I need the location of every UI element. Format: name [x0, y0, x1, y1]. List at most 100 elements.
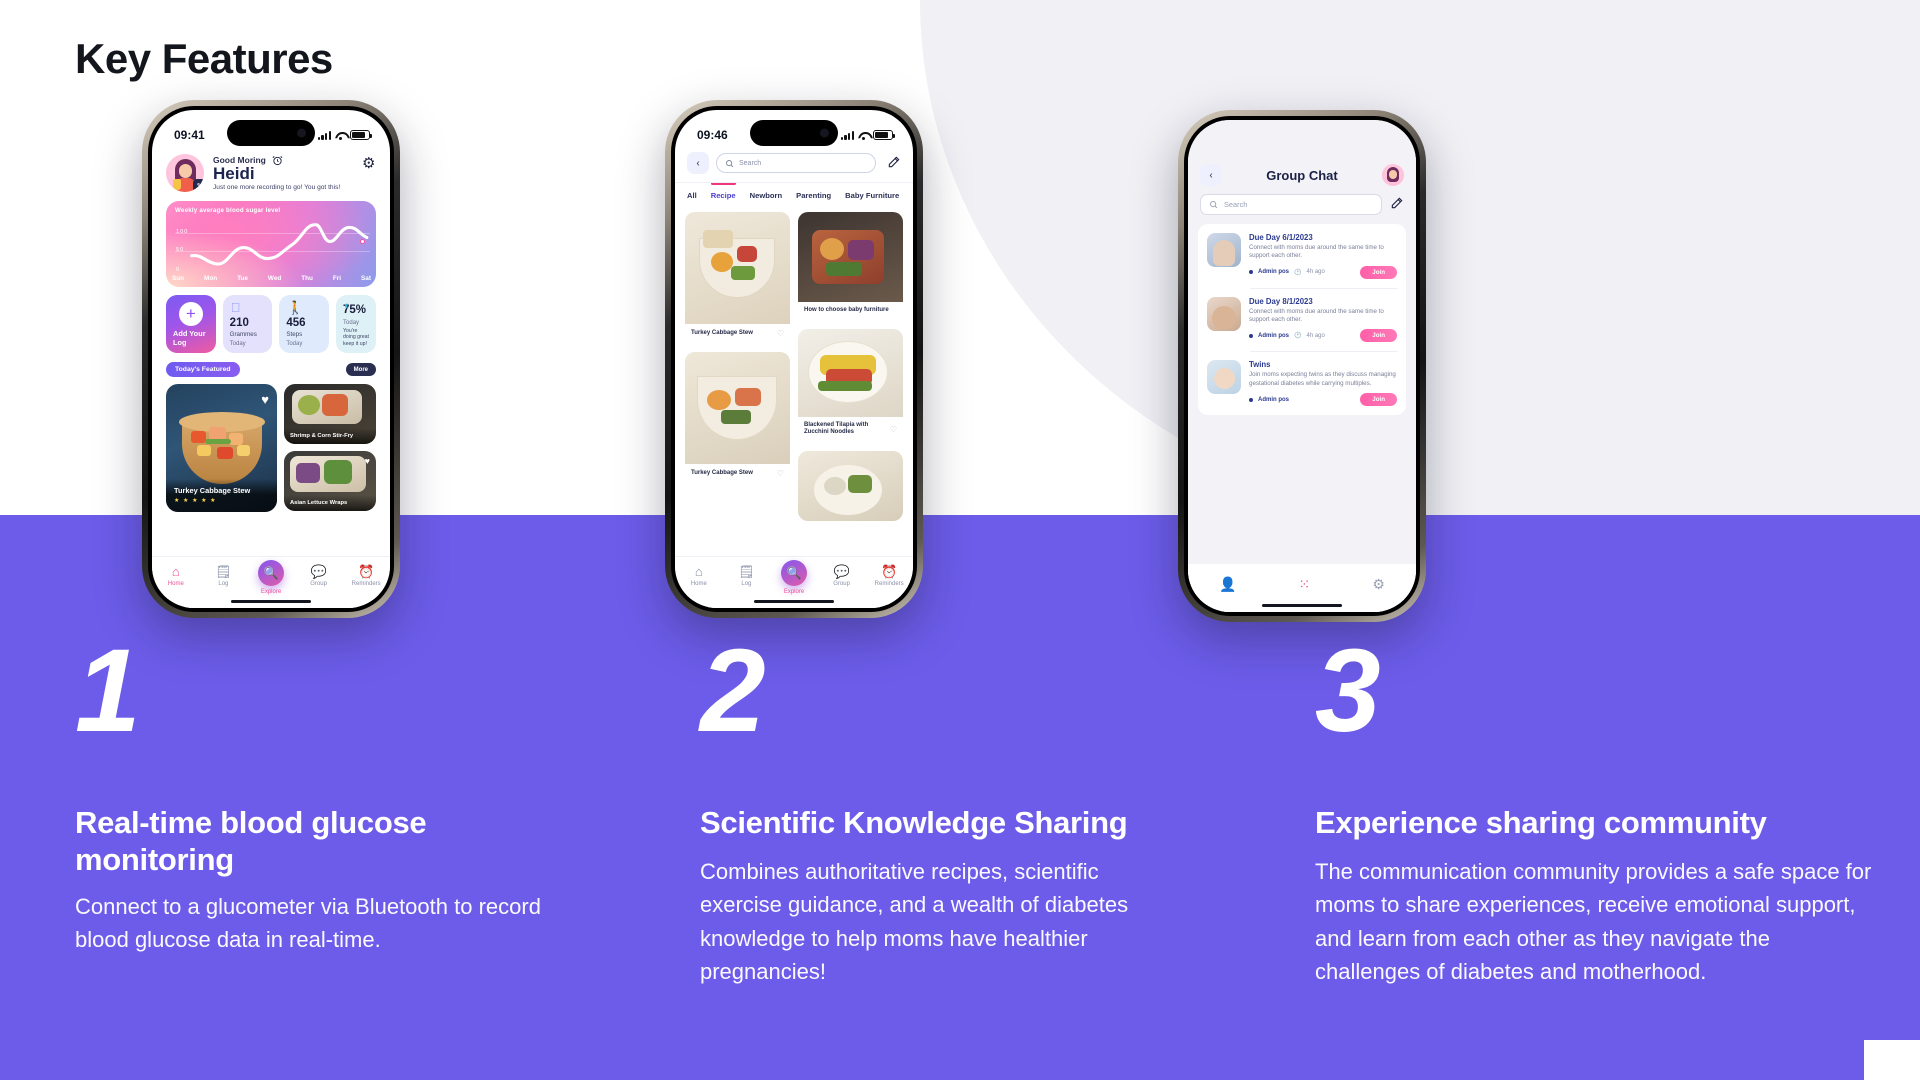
stat-card-steps[interactable]: 🚶 456 Steps Today	[279, 295, 330, 353]
phone-mockup-1: 09:41 ⚙ ✎ Good Moring Heidi Just one mor…	[142, 100, 400, 618]
tab-recipe[interactable]: Recipe	[710, 183, 736, 205]
dynamic-island-1	[227, 120, 315, 146]
recipe-title: How to choose baby furniture	[804, 307, 889, 313]
stat-card-progress[interactable]: ◐ 75% Today You're doing great keep it u…	[336, 295, 377, 353]
search-input[interactable]: Search	[1200, 194, 1382, 215]
stat-card-grammes[interactable]:  210 Grammes Today	[222, 295, 273, 353]
user-avatar[interactable]	[1382, 164, 1404, 186]
tab-group[interactable]: 💬 Group	[297, 565, 341, 587]
search-icon	[1210, 201, 1218, 209]
blood-sugar-chart-card[interactable]: Weekly average blood sugar level 100 50 …	[166, 201, 376, 287]
search-icon: 🔍	[780, 560, 807, 586]
recipe-card[interactable]: How to choose baby furniture	[798, 212, 903, 321]
chat-time: 4h ago	[1306, 332, 1325, 339]
phone-mockup-3: ‹ Group Chat Search Due Day 6/1/2023 Con…	[1178, 110, 1426, 622]
gear-icon[interactable]: ⚙	[362, 156, 377, 171]
tab-reminders[interactable]: ⏰ Reminders	[867, 565, 911, 587]
feature-number-1: 1	[75, 625, 141, 757]
explore-topbar: ‹ Search	[675, 152, 913, 174]
home-indicator	[1262, 603, 1342, 607]
featured-pill[interactable]: Today's Featured	[166, 362, 240, 377]
join-button[interactable]: Join	[1360, 393, 1397, 407]
stat-note: You're doing great keep it up!	[343, 327, 369, 347]
compose-icon[interactable]	[883, 155, 901, 172]
heart-icon[interactable]: ♥	[365, 456, 370, 466]
alarm-clock-icon	[272, 155, 283, 165]
chat-title: Due Day 6/1/2023	[1249, 233, 1313, 242]
heart-icon[interactable]: ♡	[777, 329, 784, 338]
tab-home[interactable]: ⌂ Home	[677, 565, 721, 587]
greeting-subtitle: Just one more recording to go! You got t…	[213, 184, 341, 192]
chat-description: Connect with moms due around the same ti…	[1249, 244, 1384, 260]
user-name: Heidi	[213, 163, 255, 183]
featured-card-main[interactable]: ♥ Turkey Cabbage Stew ★ ★ ★ ★ ★	[166, 384, 277, 512]
list-item[interactable]: Due Day 8/1/2023 Connect with moms due a…	[1198, 287, 1406, 352]
wifi-icon	[858, 131, 869, 140]
battery-icon	[873, 130, 895, 140]
tab-explore[interactable]: 🔍 Explore	[249, 560, 293, 595]
progress-ring-icon: ◐	[344, 300, 351, 312]
log-icon: 🗒	[215, 564, 232, 579]
feature-title-1: Real-time blood glucose monitoring	[75, 805, 427, 877]
heart-icon[interactable]: ♥	[261, 392, 269, 407]
phone-bezel-3: ‹ Group Chat Search Due Day 6/1/2023 Con…	[1184, 116, 1420, 616]
feature-body-3: The communication community provides a s…	[1315, 859, 1872, 985]
chat-thumbnail	[1207, 233, 1241, 267]
tab-log[interactable]: 🗒 Log	[201, 565, 245, 587]
chart-xtick: Thu	[301, 275, 313, 282]
recipe-card[interactable]: Turkey Cabbage Stew ♡	[685, 352, 790, 484]
log-icon: 🗒	[738, 564, 755, 579]
tab-parenting[interactable]: Parenting	[796, 191, 831, 205]
chevron-left-icon[interactable]: ‹	[1200, 164, 1222, 186]
chat-icon: 💬	[310, 564, 327, 579]
tab-label: Log	[218, 581, 229, 587]
category-tabs: All Recipe Newborn Parenting Baby Furnit…	[675, 182, 913, 205]
recipe-card[interactable]: Blackened Tilapia with Zucchini Noodles …	[798, 328, 903, 443]
pencil-icon[interactable]: ✎	[193, 179, 204, 192]
compose-icon[interactable]	[1390, 196, 1404, 213]
list-item[interactable]: Due Day 6/1/2023 Connect with moms due a…	[1198, 224, 1406, 288]
recipe-card[interactable]	[798, 450, 903, 521]
home-indicator	[754, 599, 834, 603]
chart-xtick: Mon	[204, 275, 218, 282]
stat-unit: Steps	[286, 331, 303, 338]
gear-icon[interactable]: ⚙	[1372, 576, 1385, 593]
group-icon[interactable]: ⁙	[1299, 576, 1311, 593]
featured-card-small-1[interactable]: Shrimp & Corn Stir-Fry	[284, 384, 376, 444]
tab-log[interactable]: 🗒 Log	[724, 565, 768, 587]
tab-reminders[interactable]: ⏰ Reminders	[344, 565, 388, 587]
search-row: Search	[1188, 194, 1416, 224]
phone1-content: ⚙ ✎ Good Moring Heidi Just one more reco…	[152, 110, 390, 608]
chevron-left-icon[interactable]: ‹	[687, 152, 709, 174]
person-icon[interactable]: 👤	[1219, 576, 1236, 593]
home-icon: ⌂	[171, 564, 180, 579]
list-item[interactable]: Twins Join moms expecting twins as they …	[1198, 351, 1406, 415]
heart-icon[interactable]: ♡	[777, 469, 784, 478]
chart-x-labels: Sun Mon Tue Wed Thu Fri Sat	[172, 275, 371, 282]
tab-all[interactable]: All	[687, 191, 697, 205]
tab-newborn[interactable]: Newborn	[750, 191, 783, 205]
add-log-button[interactable]: + Add Your Log	[166, 295, 216, 353]
feature-title-2: Scientific Knowledge Sharing	[700, 805, 1128, 840]
chart-xtick: Sun	[172, 275, 185, 282]
join-button[interactable]: Join	[1360, 265, 1397, 279]
clock-icon: 🕐	[1294, 269, 1302, 276]
more-button[interactable]: More	[345, 363, 376, 376]
join-button[interactable]: Join	[1360, 329, 1397, 343]
tab-explore[interactable]: 🔍 Explore	[772, 560, 816, 595]
walking-person-icon: 🚶	[287, 300, 304, 315]
featured-card-small-2[interactable]: ♥ Asian Lettuce Wraps	[284, 451, 376, 511]
tab-group[interactable]: 💬 Group	[820, 565, 864, 587]
featured-card-title: Shrimp & Corn Stir-Fry	[284, 428, 376, 444]
recipe-card[interactable]: Turkey Cabbage Stew ♡	[685, 212, 790, 344]
phone-screen-3: ‹ Group Chat Search Due Day 6/1/2023 Con…	[1188, 120, 1416, 612]
search-placeholder: Search	[739, 159, 762, 167]
avatar[interactable]: ✎	[166, 154, 204, 192]
tab-home[interactable]: ⌂ Home	[154, 565, 198, 587]
tab-baby-furniture[interactable]: Baby Furniture	[845, 191, 899, 205]
heart-icon[interactable]: ♡	[890, 425, 897, 434]
plus-icon: +	[178, 301, 203, 326]
search-input[interactable]: Search	[716, 153, 876, 173]
phone-mockup-2: 09:46 ‹ Search All Recipe Newborn Parent…	[665, 100, 923, 618]
feature-body-2: Combines authoritative recipes, scientif…	[700, 859, 1129, 985]
